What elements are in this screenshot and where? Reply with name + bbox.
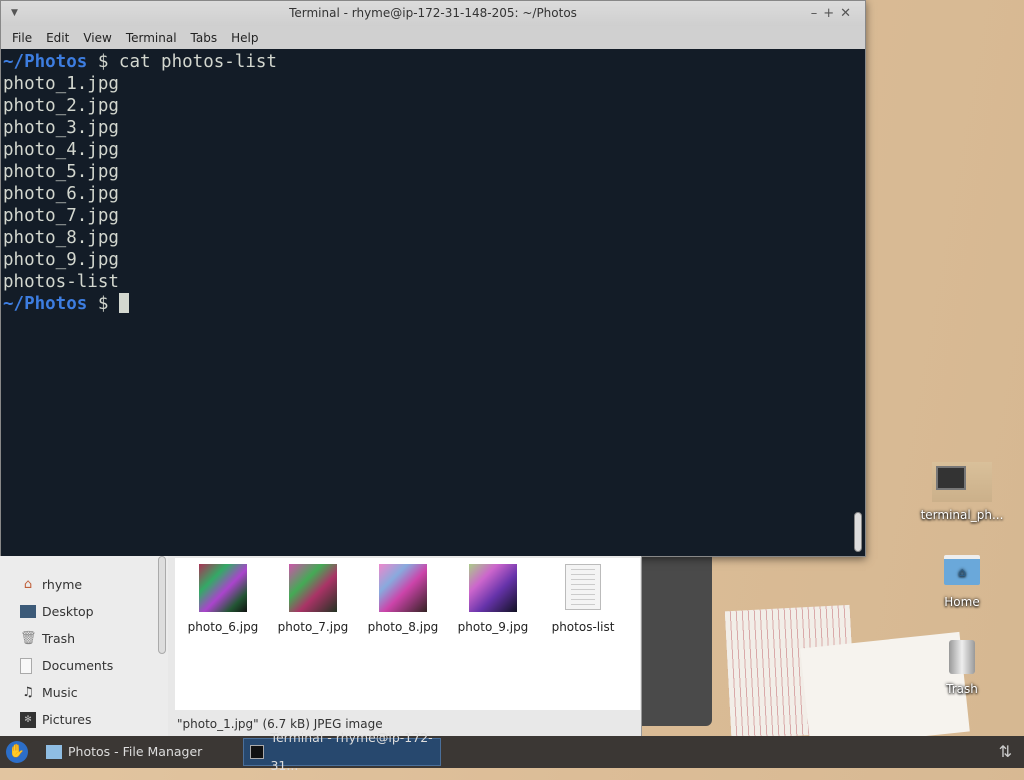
- command: $ cat photos-list: [97, 52, 277, 72]
- trash-icon: [949, 640, 975, 674]
- file-name: photos-list: [551, 620, 615, 634]
- document-icon: [20, 657, 32, 674]
- image-thumbnail: [469, 564, 517, 612]
- text-file-icon: [565, 564, 601, 610]
- terminal-titlebar[interactable]: ▼ Terminal - rhyme@ip-172-31-148-205: ~/…: [1, 1, 865, 26]
- task-terminal[interactable]: Terminal - rhyme@ip-172-31...: [243, 730, 441, 773]
- desktop-icon-terminal-photo[interactable]: terminal_ph...: [917, 462, 1007, 522]
- sidebar-item-label: Pictures: [42, 712, 92, 727]
- image-thumbnail: [289, 564, 337, 612]
- output-line: photo_6.jpg: [3, 184, 119, 204]
- network-icon[interactable]: ⇅: [999, 742, 1012, 761]
- file-name: photo_6.jpg: [187, 620, 259, 634]
- app-menu-button[interactable]: ✋: [6, 741, 28, 763]
- taskbar: ✋ Photos - File Manager Terminal - rhyme…: [0, 730, 1024, 773]
- cursor: [118, 293, 129, 313]
- folder-icon: [46, 745, 62, 759]
- menubar: File Edit View Terminal Tabs Help: [1, 26, 865, 49]
- sidebar-item-pictures[interactable]: ✻ Pictures: [0, 706, 168, 733]
- desktop-icon: [20, 605, 36, 618]
- sidebar-item-rhyme[interactable]: ⌂ rhyme: [0, 571, 168, 598]
- sidebar: ⌂ rhyme Desktop 🗑 Trash Documents ♫ Music ✻…: [0, 556, 168, 736]
- menu-view[interactable]: View: [76, 31, 118, 45]
- terminal-output[interactable]: ~/Photos $ cat photos-list photo_1.jpg pho…: [1, 49, 851, 556]
- file-item[interactable]: photo_8.jpg: [358, 564, 448, 634]
- desktop-icon-home[interactable]: ⌂ Home: [917, 555, 1007, 609]
- terminal-scrollbar[interactable]: [851, 49, 865, 556]
- output-line: photo_9.jpg: [3, 250, 119, 270]
- sidebar-item-trash[interactable]: 🗑 Trash: [0, 625, 168, 652]
- menu-file[interactable]: File: [5, 31, 39, 45]
- pictures-icon: ✻: [20, 711, 36, 728]
- task-label: Photos - File Manager: [68, 744, 203, 759]
- wallpaper-keyboard: [640, 556, 712, 726]
- file-name: photo_9.jpg: [457, 620, 529, 634]
- scrollbar-thumb[interactable]: [854, 512, 862, 552]
- output-line: photos-list: [3, 272, 119, 292]
- output-line: photo_2.jpg: [3, 96, 119, 116]
- prompt: ~/Photos: [3, 52, 88, 72]
- trash-icon: 🗑: [20, 630, 37, 646]
- home-icon: ⌂: [23, 576, 33, 592]
- file-item[interactable]: photo_7.jpg: [268, 564, 358, 634]
- sidebar-item-label: rhyme: [42, 577, 83, 592]
- file-item[interactable]: photo_6.jpg: [178, 564, 268, 634]
- image-thumbnail: [932, 462, 992, 502]
- output-line: photo_8.jpg: [3, 228, 119, 248]
- menu-terminal[interactable]: Terminal: [119, 31, 184, 45]
- close-icon[interactable]: ✕: [840, 6, 857, 21]
- terminal-icon: [250, 745, 265, 759]
- image-thumbnail: [379, 564, 427, 612]
- file-name: photo_8.jpg: [367, 620, 439, 634]
- output-line: photo_7.jpg: [3, 206, 119, 226]
- sidebar-item-desktop[interactable]: Desktop: [0, 598, 168, 625]
- window-menu-icon[interactable]: ▼: [11, 1, 18, 26]
- home-folder-icon: ⌂: [944, 555, 980, 585]
- menu-tabs[interactable]: Tabs: [184, 31, 225, 45]
- prompt-symbol: $: [97, 294, 109, 314]
- image-thumbnail: [199, 564, 247, 612]
- sidebar-item-label: Desktop: [42, 604, 94, 619]
- file-name: photo_7.jpg: [277, 620, 349, 634]
- prompt: ~/Photos: [3, 294, 88, 314]
- output-line: photo_4.jpg: [3, 140, 119, 160]
- music-icon: ♫: [22, 684, 34, 700]
- output-line: photo_1.jpg: [3, 74, 119, 94]
- file-item[interactable]: photos-list: [538, 564, 628, 634]
- maximize-icon[interactable]: +: [823, 6, 840, 21]
- menu-edit[interactable]: Edit: [39, 31, 76, 45]
- file-view: photo_6.jpg photo_7.jpg photo_8.jpg phot…: [175, 558, 640, 710]
- window-title: Terminal - rhyme@ip-172-31-148-205: ~/Ph…: [289, 6, 577, 20]
- output-line: photo_3.jpg: [3, 118, 119, 138]
- icon-label: terminal_ph...: [920, 508, 1004, 522]
- icon-label: Trash: [946, 682, 978, 696]
- terminal-window: ▼ Terminal - rhyme@ip-172-31-148-205: ~/…: [0, 0, 866, 557]
- desktop-icon-trash[interactable]: Trash: [917, 640, 1007, 696]
- sidebar-scrollbar[interactable]: [158, 556, 166, 654]
- task-file-manager[interactable]: Photos - File Manager: [40, 738, 238, 766]
- sidebar-item-documents[interactable]: Documents: [0, 652, 168, 679]
- sidebar-item-label: Trash: [42, 631, 76, 646]
- minimize-icon[interactable]: –: [811, 6, 824, 21]
- sidebar-item-label: Documents: [42, 658, 114, 673]
- output-line: photo_5.jpg: [3, 162, 119, 182]
- sidebar-item-music[interactable]: ♫ Music: [0, 679, 168, 706]
- icon-label: Home: [944, 595, 980, 609]
- file-manager-window: ⌂ rhyme Desktop 🗑 Trash Documents ♫ Music ✻…: [0, 556, 642, 736]
- file-item[interactable]: photo_9.jpg: [448, 564, 538, 634]
- task-label: Terminal - rhyme@ip-172-31...: [270, 730, 433, 773]
- sidebar-item-label: Music: [42, 685, 78, 700]
- menu-help[interactable]: Help: [224, 31, 265, 45]
